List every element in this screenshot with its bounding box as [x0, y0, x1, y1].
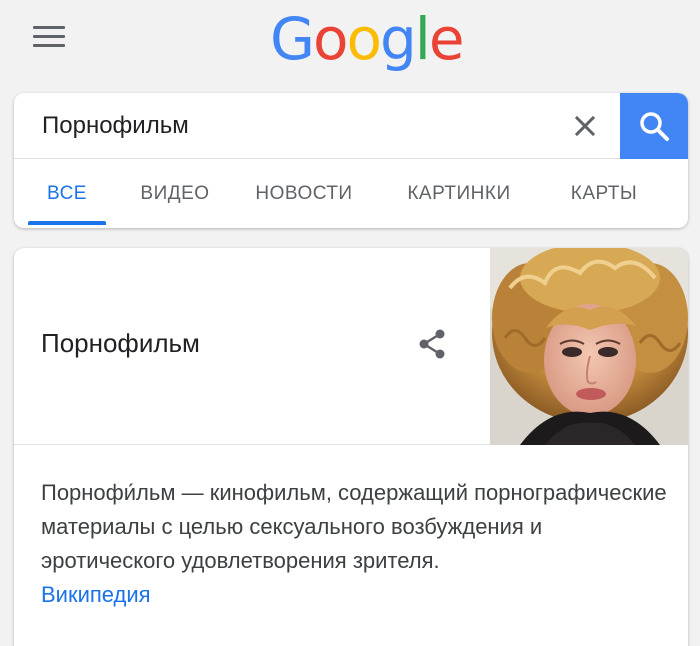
menu-bar: [33, 44, 65, 47]
close-icon: [574, 115, 596, 137]
search-bar: [14, 93, 688, 159]
search-card: ВСЕ ВИДЕО НОВОСТИ КАРТИНКИ КАРТЫ: [14, 93, 688, 228]
google-logo[interactable]: Google: [270, 4, 465, 74]
search-tabs: ВСЕ ВИДЕО НОВОСТИ КАРТИНКИ КАРТЫ: [14, 159, 688, 228]
logo-letter: g: [379, 5, 417, 73]
logo-letter: l: [414, 5, 431, 73]
description-text: Порнофи́льм — кинофильм, содержащий порн…: [41, 480, 667, 573]
menu-bar: [33, 35, 65, 38]
logo-letter: e: [428, 5, 465, 73]
active-tab-indicator: [28, 221, 106, 225]
search-input[interactable]: [42, 103, 562, 149]
tab-news[interactable]: НОВОСТИ: [246, 159, 362, 228]
share-button[interactable]: [412, 324, 452, 364]
search-icon: [640, 112, 669, 141]
portrait-image: [490, 248, 688, 445]
knowledge-panel-description: Порнофи́льм — кинофильм, содержащий порн…: [41, 476, 671, 612]
search-button[interactable]: [620, 93, 688, 159]
knowledge-panel-header: Порнофильм: [14, 248, 688, 445]
clear-search-button[interactable]: [566, 107, 604, 145]
wikipedia-link[interactable]: Википедия: [41, 578, 151, 612]
logo-letter: o: [346, 5, 381, 73]
tab-all[interactable]: ВСЕ: [28, 159, 106, 228]
knowledge-panel: Порнофильм Порнофи́льм — кинофильм, соде…: [14, 248, 688, 646]
menu-icon[interactable]: [33, 26, 67, 48]
tab-images[interactable]: КАРТИНКИ: [394, 159, 524, 228]
logo-letter: o: [312, 5, 348, 73]
share-icon: [419, 329, 445, 359]
knowledge-panel-title: Порнофильм: [41, 328, 200, 358]
tab-maps[interactable]: КАРТЫ: [562, 159, 646, 228]
logo-letter: G: [270, 5, 315, 73]
tab-video[interactable]: ВИДЕО: [122, 159, 228, 228]
menu-bar: [33, 26, 65, 29]
knowledge-panel-image[interactable]: [490, 248, 688, 445]
